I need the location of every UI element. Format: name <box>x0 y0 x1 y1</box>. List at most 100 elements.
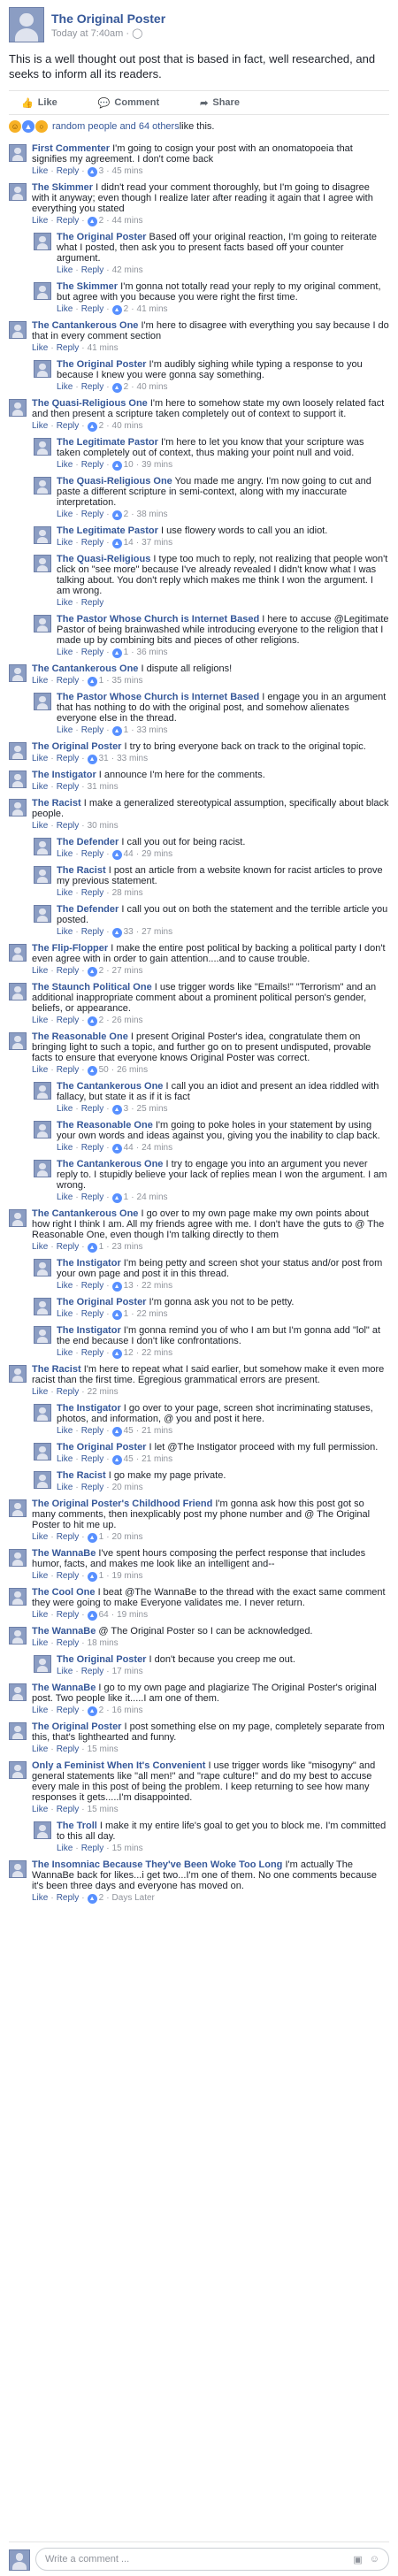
emoji-icon[interactable]: ☺ <box>370 2554 379 2565</box>
comment-like-link[interactable]: Like <box>57 849 73 860</box>
comment-like-count[interactable]: ▲ 2 <box>87 1893 103 1904</box>
commenter-name[interactable]: The Defender <box>57 904 119 915</box>
comment-like-link[interactable]: Like <box>57 725 73 736</box>
commenter-avatar[interactable] <box>34 526 51 544</box>
comment-like-link[interactable]: Like <box>57 598 73 609</box>
comment-reply-link[interactable]: Reply <box>57 1532 80 1543</box>
comment-reply-link[interactable]: Reply <box>81 1143 104 1154</box>
comment-timestamp[interactable]: 30 mins <box>88 821 119 832</box>
commenter-name[interactable]: The Instigator <box>57 1325 121 1336</box>
comment-like-count[interactable]: ▲ 2 <box>87 216 103 226</box>
commenter-name[interactable]: The Legitimate Pastor <box>57 525 158 536</box>
comment-timestamp[interactable]: Days Later <box>112 1893 155 1904</box>
comment-reply-link[interactable]: Reply <box>57 1610 80 1621</box>
commenter-avatar[interactable] <box>9 144 27 162</box>
comment-like-count[interactable]: ▲ 1 <box>87 1571 103 1582</box>
commenter-name[interactable]: The Skimmer <box>57 281 118 292</box>
comment-like-count[interactable]: ▲ 45 <box>111 1454 134 1465</box>
write-comment-input[interactable]: Write a comment ... ▣ ☺ <box>35 2548 389 2571</box>
commenter-avatar[interactable] <box>34 1259 51 1276</box>
comment-reply-link[interactable]: Reply <box>81 1281 104 1292</box>
commenter-avatar[interactable] <box>34 360 51 378</box>
comment-timestamp[interactable]: 19 mins <box>117 1610 148 1621</box>
commenter-avatar[interactable] <box>9 321 27 339</box>
commenter-avatar[interactable] <box>9 742 27 760</box>
commenter-avatar[interactable] <box>9 1722 27 1740</box>
comment-like-link[interactable]: Like <box>57 1426 73 1437</box>
comment-reply-link[interactable]: Reply <box>57 421 80 432</box>
commenter-name[interactable]: The WannaBe <box>32 1626 96 1637</box>
comment-timestamp[interactable]: 21 mins <box>142 1426 172 1437</box>
comment-like-count[interactable]: ▲ 1 <box>111 648 128 658</box>
comment-like-link[interactable]: Like <box>32 1610 48 1621</box>
comment-timestamp[interactable]: 28 mins <box>112 888 143 899</box>
commenter-avatar[interactable] <box>9 1860 27 1878</box>
comment-like-count[interactable]: ▲ 44 <box>111 1143 134 1154</box>
comment-timestamp[interactable]: 39 mins <box>142 460 172 471</box>
comment-like-link[interactable]: Like <box>57 1281 73 1292</box>
comment-like-link[interactable]: Like <box>32 1571 48 1582</box>
commenter-name[interactable]: The Cantankerous One <box>32 320 138 331</box>
comment-reply-link[interactable]: Reply <box>81 1426 104 1437</box>
commenter-avatar[interactable] <box>9 944 27 962</box>
comment-like-link[interactable]: Like <box>32 754 48 764</box>
commenter-avatar[interactable] <box>34 1121 51 1138</box>
comment-like-link[interactable]: Like <box>57 1667 73 1677</box>
comment-timestamp[interactable]: 33 mins <box>117 754 148 764</box>
commenter-name[interactable]: The Original Poster <box>32 1721 121 1732</box>
comment-like-count[interactable]: ▲ 2 <box>87 966 103 977</box>
comment-timestamp[interactable]: 36 mins <box>137 648 168 658</box>
comment-reply-link[interactable]: Reply <box>57 821 80 832</box>
commenter-name[interactable]: The Pastor Whose Church is Internet Base… <box>57 692 259 702</box>
commenter-avatar[interactable] <box>9 183 27 201</box>
comment-timestamp[interactable]: 31 mins <box>88 782 119 793</box>
commenter-name[interactable]: The Pastor Whose Church is Internet Base… <box>57 614 259 625</box>
commenter-name[interactable]: The Original Poster <box>57 232 146 242</box>
comment-reply-link[interactable]: Reply <box>57 1805 80 1815</box>
commenter-name[interactable]: The Original Poster <box>32 741 121 752</box>
comment-like-count[interactable]: ▲ 3 <box>111 1104 128 1115</box>
comment-like-link[interactable]: Like <box>57 382 73 393</box>
commenter-avatar[interactable] <box>34 1821 51 1839</box>
comment-reply-link[interactable]: Reply <box>81 1309 104 1320</box>
comment-like-link[interactable]: Like <box>57 1309 73 1320</box>
comment-reply-link[interactable]: Reply <box>81 510 104 520</box>
comment-like-link[interactable]: Like <box>32 1706 48 1716</box>
comment-reply-link[interactable]: Reply <box>57 1744 80 1755</box>
commenter-name[interactable]: The Quasi-Religious One <box>32 398 148 409</box>
commenter-name[interactable]: The Original Poster's Childhood Friend <box>32 1499 212 1509</box>
comment-like-count[interactable]: ▲ 2 <box>111 304 128 315</box>
commenter-avatar[interactable] <box>34 1298 51 1315</box>
comment-like-count[interactable]: ▲ 33 <box>111 927 134 938</box>
comment-like-count[interactable]: ▲ 3 <box>87 166 103 177</box>
comment-like-count[interactable]: ▲ 1 <box>87 1532 103 1543</box>
comment-reply-link[interactable]: Reply <box>57 1016 80 1026</box>
commenter-avatar[interactable] <box>34 1471 51 1489</box>
comment-reply-link[interactable]: Reply <box>57 343 80 354</box>
commenter-avatar[interactable] <box>34 1443 51 1460</box>
comment-like-link[interactable]: Like <box>32 343 48 354</box>
comment-reply-link[interactable]: Reply <box>81 648 104 658</box>
comment-reply-link[interactable]: Reply <box>81 725 104 736</box>
commenter-name[interactable]: The Legitimate Pastor <box>57 437 158 448</box>
comment-like-link[interactable]: Like <box>57 927 73 938</box>
commenter-avatar[interactable] <box>9 1683 27 1701</box>
commenter-avatar[interactable] <box>34 838 51 855</box>
commenter-name[interactable]: The WannaBe <box>32 1548 96 1559</box>
comment-reply-link[interactable]: Reply <box>81 382 104 393</box>
comment-like-link[interactable]: Like <box>57 510 73 520</box>
comment-reply-link[interactable]: Reply <box>57 216 80 226</box>
comment-timestamp[interactable]: 26 mins <box>112 1016 143 1026</box>
commenter-avatar[interactable] <box>9 664 27 682</box>
commenter-avatar[interactable] <box>34 905 51 923</box>
comment-like-link[interactable]: Like <box>32 1805 48 1815</box>
comment-like-link[interactable]: Like <box>32 1387 48 1398</box>
comment-timestamp[interactable]: 18 mins <box>88 1638 119 1649</box>
comment-like-link[interactable]: Like <box>32 1638 48 1649</box>
comment-reply-link[interactable]: Reply <box>57 1893 80 1904</box>
comment-like-link[interactable]: Like <box>32 782 48 793</box>
commenter-name[interactable]: The Cantankerous One <box>57 1159 163 1169</box>
commenter-name[interactable]: The Troll <box>57 1821 97 1831</box>
comment-reply-link[interactable]: Reply <box>81 1844 104 1854</box>
comment-like-count[interactable]: ▲ 1 <box>111 1192 128 1203</box>
